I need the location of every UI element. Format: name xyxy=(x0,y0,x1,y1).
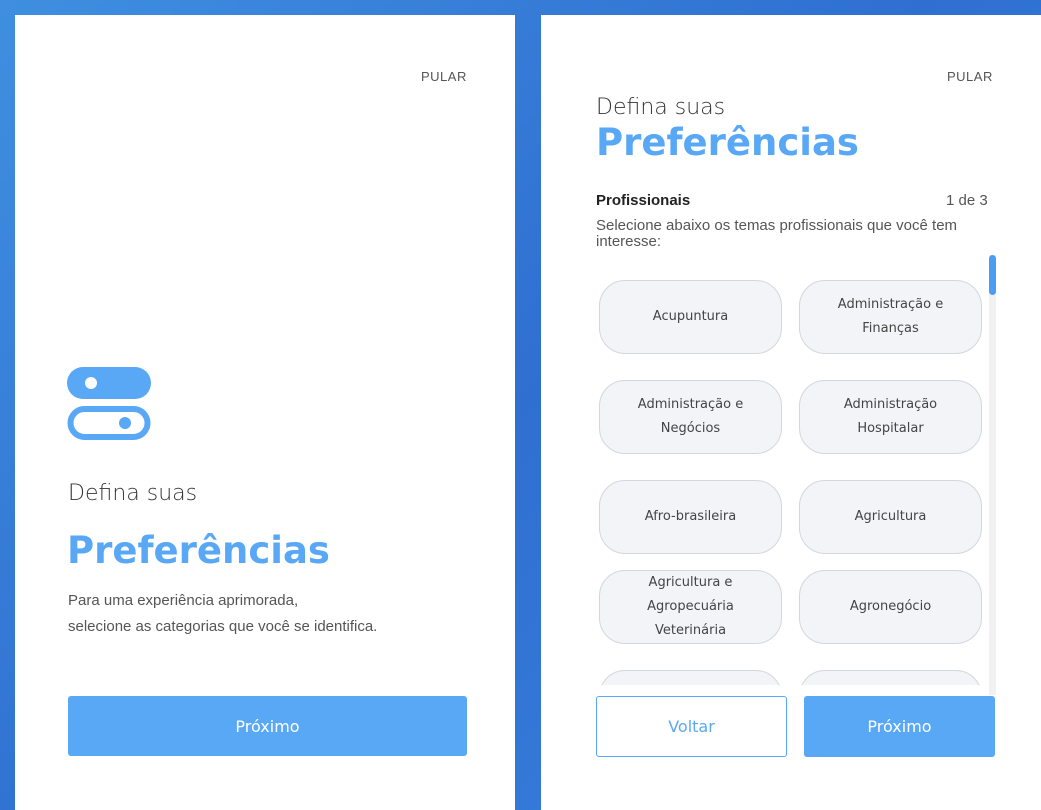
topic-chip[interactable]: Agronegócio xyxy=(799,570,982,644)
topic-chip[interactable]: Administração e Finanças xyxy=(799,280,982,354)
title-prefix: Defina suas xyxy=(68,481,198,506)
description-line: selecione as categorias que você se iden… xyxy=(68,618,378,635)
section-description: Selecione abaixo os temas profissionais … xyxy=(596,217,958,250)
skip-link[interactable]: PULAR xyxy=(421,69,467,84)
scrollbar-thumb[interactable] xyxy=(989,255,996,295)
next-button[interactable]: Próximo xyxy=(68,696,467,756)
topic-chip[interactable]: Administração e Negócios xyxy=(599,380,782,454)
page-title: Preferências xyxy=(67,529,330,572)
section-title: Profissionais xyxy=(596,192,691,209)
description-line: Para uma experiência aprimorada, xyxy=(68,592,299,609)
toggle-switches-icon xyxy=(67,367,151,440)
topic-chip[interactable]: Afro-brasileira xyxy=(599,480,782,554)
page-title: Preferências xyxy=(596,121,859,164)
preferences-panel: PULAR Defina suas Preferências Profissio… xyxy=(541,15,1041,810)
intro-description: Para uma experiência aprimorada, selecio… xyxy=(68,588,488,640)
topic-chip[interactable]: Acupuntura xyxy=(599,280,782,354)
step-indicator: 1 de 3 xyxy=(946,192,988,209)
title-prefix: Defina suas xyxy=(596,95,726,120)
skip-link[interactable]: PULAR xyxy=(947,69,993,84)
back-button[interactable]: Voltar xyxy=(596,696,787,757)
scrollbar-track xyxy=(989,255,996,695)
topic-chip[interactable] xyxy=(599,670,782,685)
topic-chip[interactable]: Agricultura e Agropecuária Veterinária xyxy=(599,570,782,644)
topic-chip[interactable]: Administração Hospitalar xyxy=(799,380,982,454)
topic-chip[interactable]: Agricultura xyxy=(799,480,982,554)
topics-list: Acupuntura Administração e Finanças Admi… xyxy=(596,265,988,685)
topics-scrollbar[interactable] xyxy=(989,255,996,695)
next-button[interactable]: Próximo xyxy=(804,696,995,757)
topic-chip[interactable] xyxy=(799,670,982,685)
intro-panel: PULAR Defina suas Preferências Para uma … xyxy=(15,15,515,810)
